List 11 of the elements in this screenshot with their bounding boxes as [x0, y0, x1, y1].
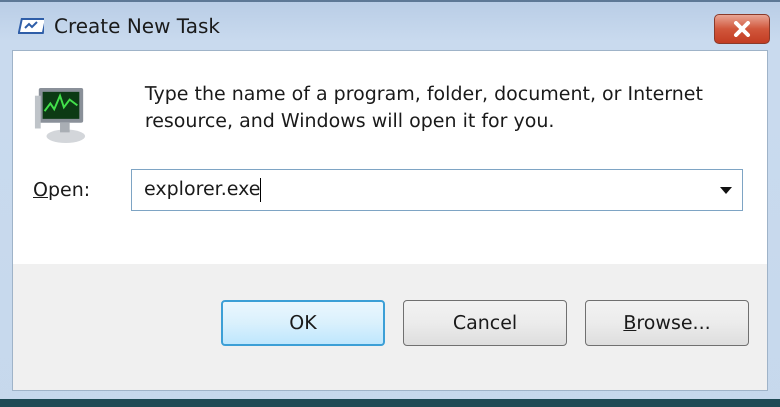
open-combo-box[interactable]: explorer.exe [131, 169, 743, 211]
close-icon [733, 21, 751, 37]
close-button[interactable] [714, 14, 770, 44]
window-title: Create New Task [54, 14, 221, 38]
window-app-icon [18, 18, 44, 34]
dropdown-arrow-icon[interactable] [720, 186, 732, 194]
instruction-text: Type the name of a program, folder, document, or Internet resource, and Windows will open it for you. [144, 82, 704, 134]
dialog-button[interactable]: Cancel [403, 300, 567, 346]
dialog-button[interactable]: Browse... [585, 300, 749, 346]
dialog-button[interactable]: OK [221, 300, 385, 346]
open-label: Open: [33, 179, 92, 201]
